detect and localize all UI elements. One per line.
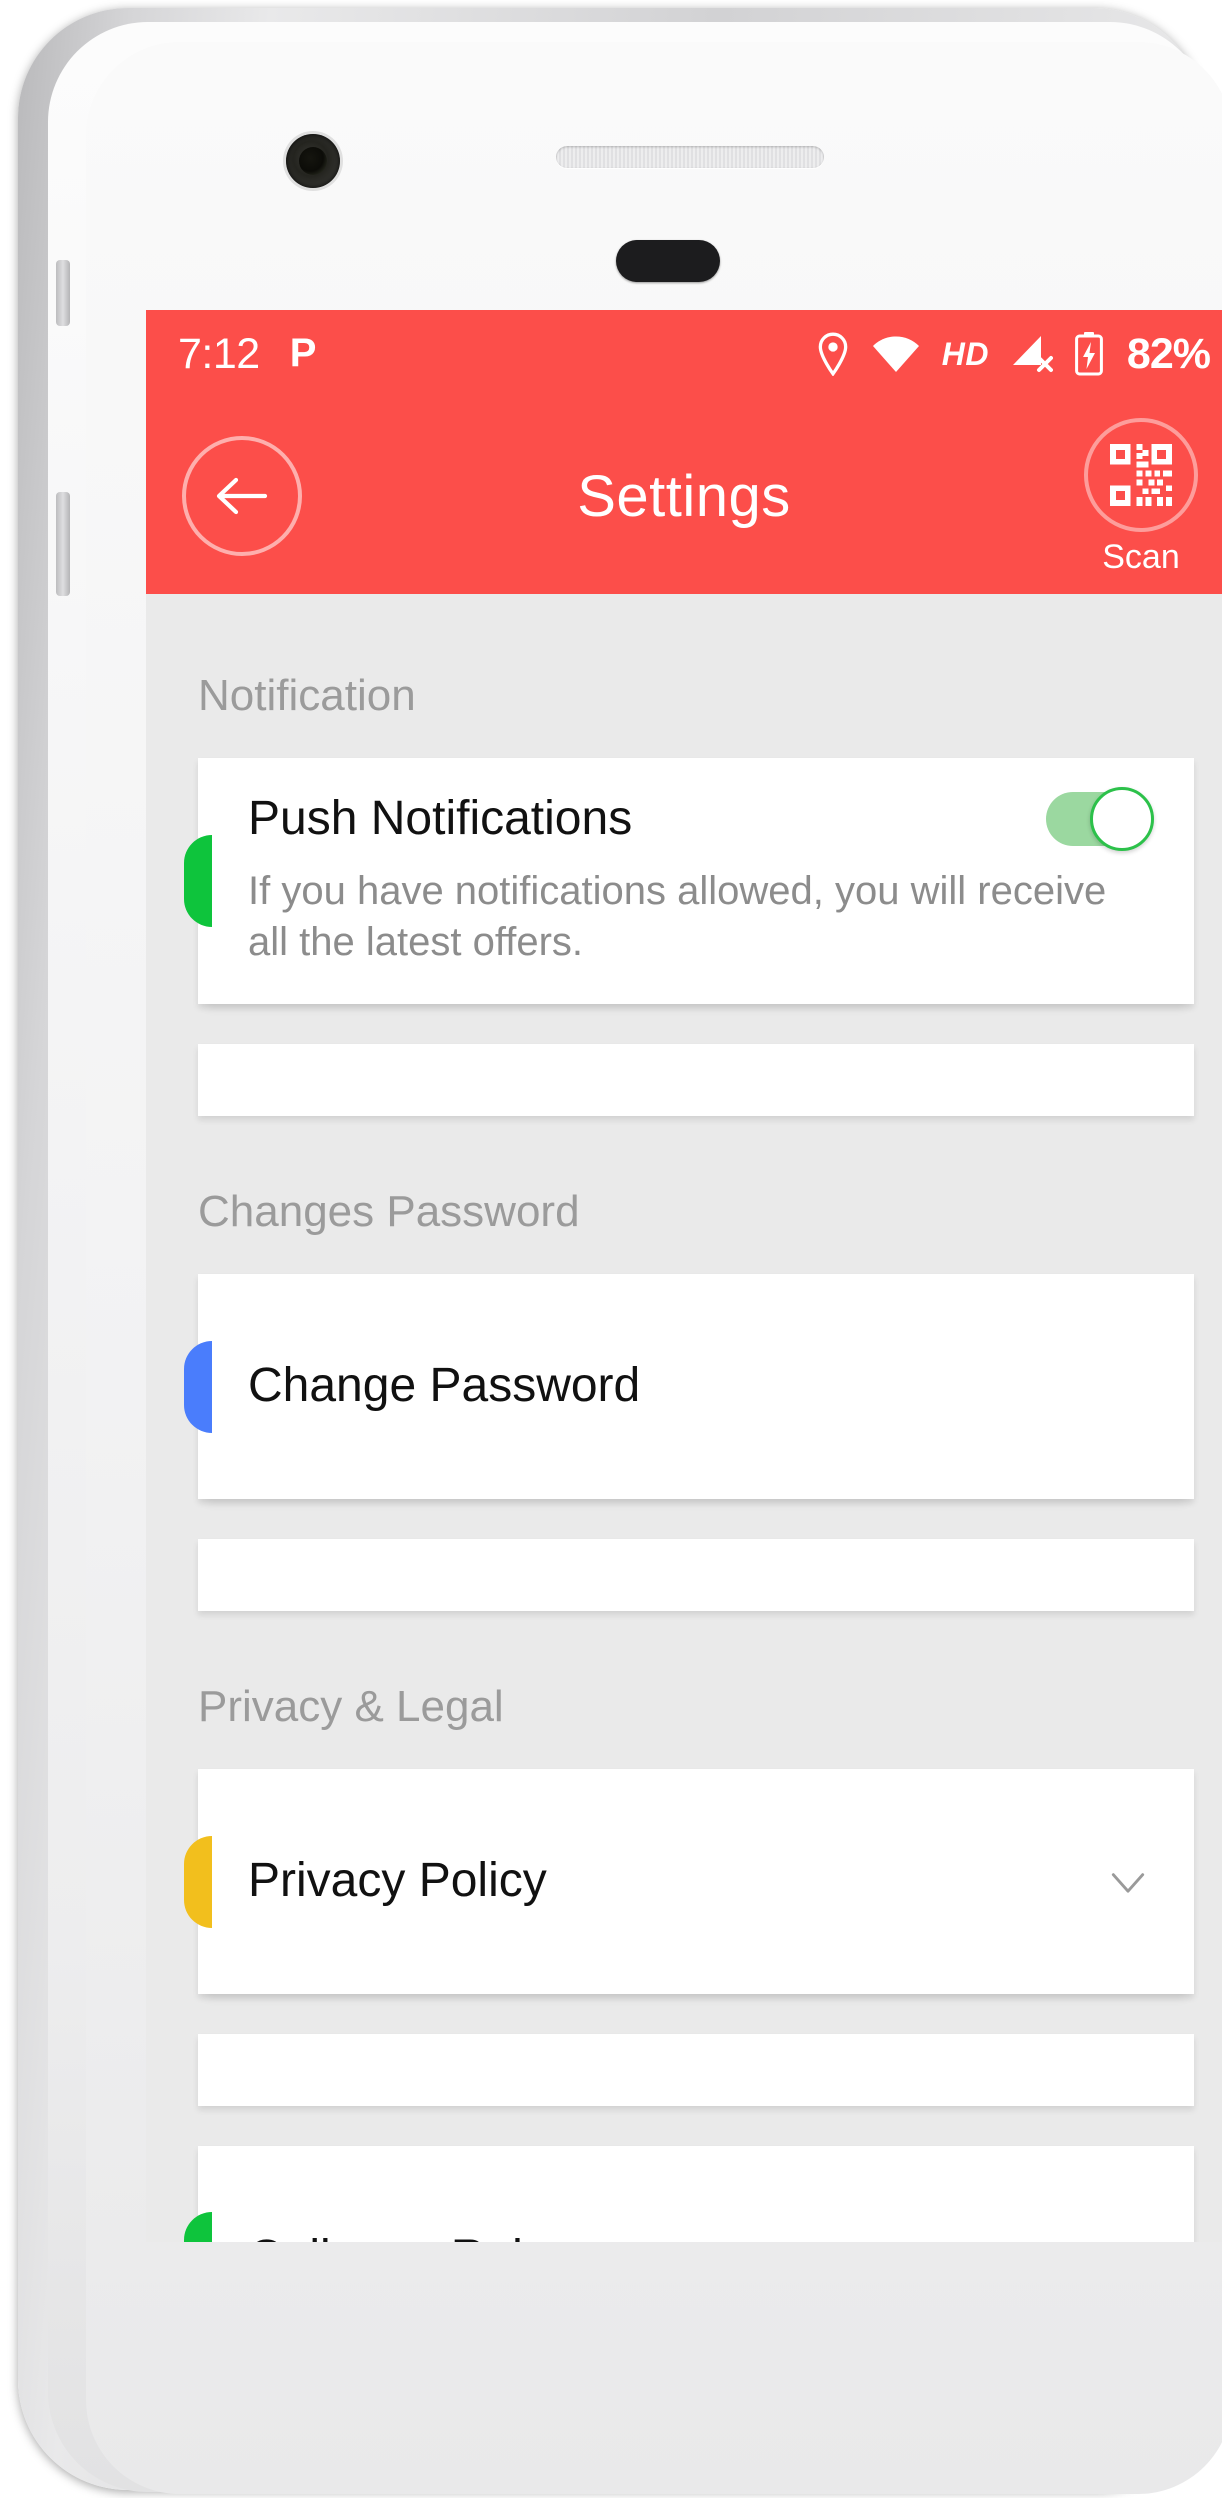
phone-screen: 7:12 P HD 82% Settings Scan Notification… <box>146 310 1222 2242</box>
left-side-button-bottom[interactable] <box>56 492 70 596</box>
mobile-signal-off-icon <box>1012 336 1053 372</box>
card-privacy-policy[interactable]: Privacy Policy <box>184 1769 1194 1994</box>
battery-percentage: 82% <box>1126 329 1211 378</box>
card-header-row: Push Notifications <box>248 787 1154 851</box>
section-title-changes-password: Changes Password <box>198 1187 580 1237</box>
status-bar: 7:12 P HD 82% <box>146 310 1222 398</box>
section-title-privacy-legal: Privacy & Legal <box>198 1682 504 1732</box>
card-accent-green <box>184 835 212 928</box>
card-change-password[interactable]: Change Password <box>184 1274 1194 1500</box>
chevron-down-icon[interactable] <box>1106 2236 1150 2242</box>
change-password-label: Change Password <box>248 1359 641 1413</box>
hd-icon: HD <box>941 336 989 372</box>
card-stack-shadow-password <box>198 1539 1194 1612</box>
status-bar-right: HD 82% <box>816 329 1211 378</box>
chevron-down-icon[interactable] <box>1106 1860 1150 1904</box>
page-title: Settings <box>577 463 791 529</box>
scan-label: Scan <box>1102 538 1180 576</box>
wifi-icon <box>872 336 919 372</box>
card-stack-shadow-privacy <box>198 2033 1194 2106</box>
card-push-notifications[interactable]: Push Notifications If you have notificat… <box>184 758 1194 1005</box>
notch-pill <box>616 240 720 282</box>
card-accent-blue <box>184 1340 212 1433</box>
push-notifications-description: If you have notifications allowed, you w… <box>248 869 1107 965</box>
card-inner: Privacy Policy <box>198 1769 1194 1994</box>
front-camera-icon <box>286 134 340 188</box>
left-side-button-top[interactable] <box>56 260 70 326</box>
back-button[interactable] <box>182 436 302 556</box>
card-inner: Push Notifications If you have notificat… <box>198 758 1194 1004</box>
section-title-notification: Notification <box>198 671 416 720</box>
phone-front-face: 7:12 P HD 82% Settings Scan Notification… <box>86 42 1222 2494</box>
privacy-policy-label: Privacy Policy <box>248 1854 547 1908</box>
scan-circle <box>1084 418 1198 532</box>
qr-code-icon <box>1110 444 1172 506</box>
card-inner: Collector Rules <box>198 2146 1194 2242</box>
card-collector-rules[interactable]: Collector Rules <box>184 2145 1194 2242</box>
location-pin-icon <box>818 332 848 376</box>
back-arrow-icon <box>216 477 268 515</box>
phone-body: 7:12 P HD 82% Settings Scan Notification… <box>48 22 1222 2494</box>
card-accent-green <box>184 2212 212 2242</box>
status-bar-left: 7:12 P <box>178 329 317 378</box>
app-brand-icon: P <box>289 331 317 375</box>
card-stack-shadow-notification <box>198 1044 1194 1117</box>
app-header: Settings Scan <box>146 398 1222 594</box>
card-accent-yellow <box>184 1835 212 1928</box>
toggle-thumb <box>1090 787 1154 851</box>
phone-outer-frame: 7:12 P HD 82% Settings Scan Notification… <box>18 8 1222 2494</box>
status-clock: 7:12 <box>178 329 260 378</box>
settings-content: Notification Push Notifications If you h… <box>146 594 1222 2242</box>
battery-charging-icon <box>1075 332 1103 376</box>
card-inner: Change Password <box>198 1274 1194 1499</box>
push-notifications-label: Push Notifications <box>248 791 633 845</box>
collector-rules-label: Collector Rules <box>248 2231 573 2242</box>
earpiece-speaker-icon <box>556 146 824 168</box>
scan-button[interactable]: Scan <box>1076 418 1206 574</box>
push-notifications-toggle[interactable] <box>1046 787 1154 851</box>
